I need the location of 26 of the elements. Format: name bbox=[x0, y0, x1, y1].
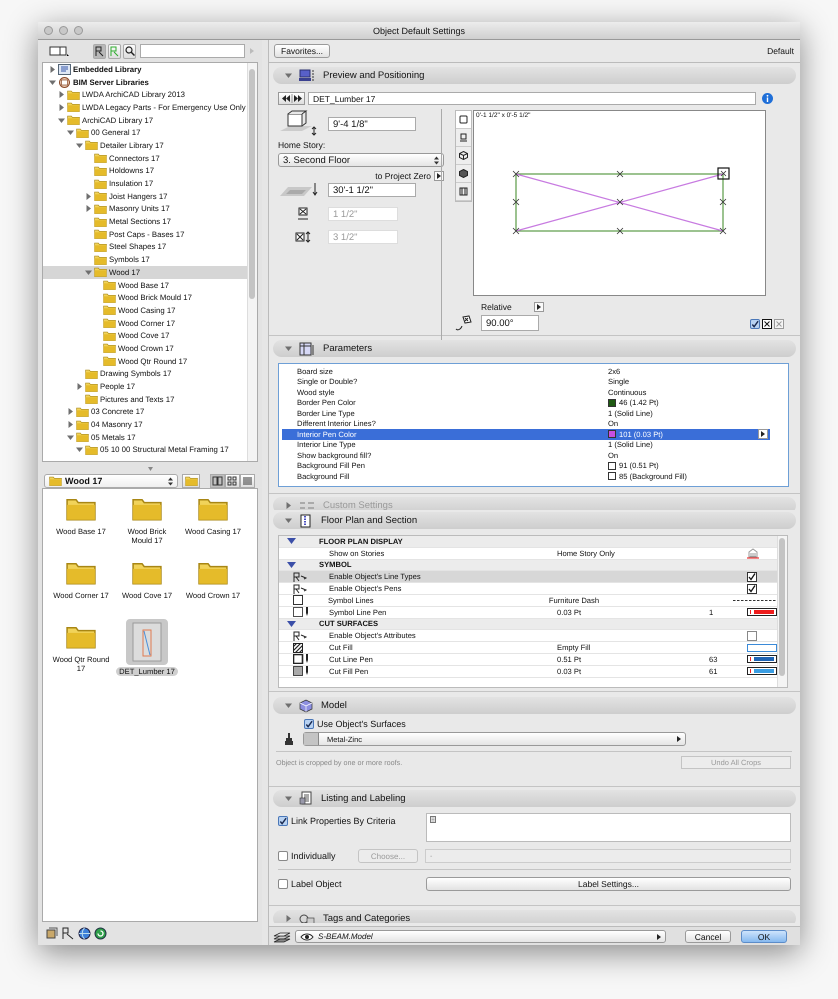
checkbox-label: Use Object's Surfaces bbox=[317, 719, 406, 729]
label-settings-button[interactable]: Label Settings... bbox=[426, 877, 791, 891]
window-title: Object Default Settings bbox=[372, 26, 466, 36]
reference-label: to Project Zero bbox=[375, 171, 431, 181]
home-story-dropdown[interactable]: 3. Second Floor bbox=[278, 153, 444, 167]
section-header[interactable]: Floor Plan and Section bbox=[273, 512, 796, 529]
favorites-button[interactable]: Favorites... bbox=[274, 44, 330, 58]
angle-field[interactable]: 90.00° bbox=[481, 315, 539, 331]
height-field[interactable]: 9'-4 1/8" bbox=[328, 117, 416, 131]
angle-mode-label: Relative bbox=[481, 302, 512, 312]
section-header[interactable]: Preview and Positioning bbox=[273, 67, 796, 84]
section-header[interactable]: Parameters bbox=[273, 340, 796, 357]
checkbox-label: Individually bbox=[291, 851, 336, 861]
cancel-button[interactable]: Cancel bbox=[685, 930, 731, 943]
folder-dropdown[interactable]: Wood 17 bbox=[44, 474, 178, 488]
section-header[interactable]: Model bbox=[273, 697, 796, 714]
default-label: Default bbox=[767, 46, 794, 56]
object-name-field[interactable]: DET_Lumber 17 bbox=[308, 92, 756, 105]
checkbox-label: Link Properties By Criteria bbox=[291, 816, 396, 826]
elevation-field[interactable]: 30'-1 1/2" bbox=[328, 183, 416, 197]
layer-dropdown[interactable]: S-BEAM.Model bbox=[295, 930, 666, 943]
home-story-label: Home Story: bbox=[278, 140, 326, 150]
section-header[interactable]: Tags and Categories bbox=[273, 910, 796, 923]
checkbox-label: Label Object bbox=[291, 879, 342, 889]
section-header[interactable]: Listing and Labeling bbox=[273, 790, 796, 807]
ok-button[interactable]: OK bbox=[741, 930, 787, 943]
